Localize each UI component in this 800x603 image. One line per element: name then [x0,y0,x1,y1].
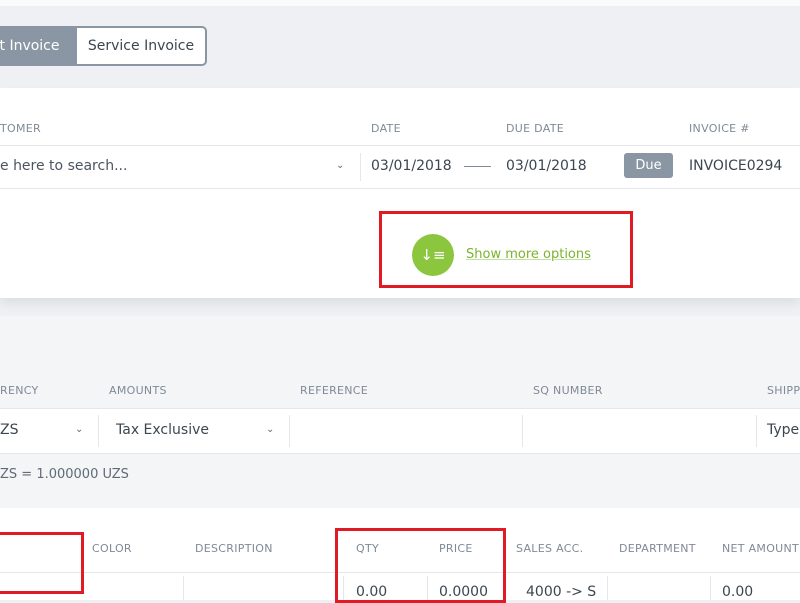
net-amount-cell[interactable]: 0.00 [722,584,753,600]
column-header: DESCRIPTION [195,542,273,555]
product-invoice-tab[interactable]: t Invoice [0,28,77,64]
column-header: DEPARTMENT [619,542,696,555]
customer-label: TOMER [0,122,41,135]
customer-search-select[interactable]: e here to search... ⌄ [0,146,358,188]
date-field[interactable]: 03/01/2018 [371,158,452,174]
top-strip [0,0,800,6]
due-date-field[interactable]: 03/01/2018 [506,158,587,174]
due-badge: Due [624,153,673,178]
divider [756,415,757,447]
due-date-label: DUE DATE [506,122,564,135]
currency-select[interactable]: ZS ⌄ [0,409,97,453]
description-cell[interactable] [184,573,343,600]
currency-value: ZS [0,422,19,438]
shipping-type-select[interactable]: Type [767,422,799,438]
reference-label: REFERENCE [300,384,369,397]
divider [710,576,711,600]
sales-account-cell[interactable]: 4000 -> S [526,584,596,600]
chevron-down-icon[interactable]: ⌄ [75,424,83,435]
invoice-type-toggle: t Invoice Service Invoice [0,26,207,66]
options-input-row: ZS ⌄ Tax Exclusive ⌄ Type [0,408,800,454]
date-label: DATE [371,122,401,135]
exchange-rate-text: ZS = 1.000000 UZS [0,467,129,482]
chevron-down-icon[interactable]: ⌄ [336,160,344,171]
invoice-number-field[interactable]: INVOICE0294 [689,158,782,174]
sq-number-input[interactable] [523,409,755,453]
highlight-box [0,532,84,594]
invoice-number-label: INVOICE # [689,122,750,135]
service-invoice-tab[interactable]: Service Invoice [77,28,205,64]
column-header: SALES ACC. [516,542,584,555]
customer-search-input[interactable]: e here to search... [0,158,127,174]
chevron-down-icon[interactable]: ⌄ [266,424,274,435]
divider [0,188,800,189]
department-cell[interactable] [608,573,710,600]
currency-label: RENCY [0,384,39,397]
amounts-label: AMOUNTS [109,384,167,397]
amounts-value: Tax Exclusive [116,422,209,438]
amounts-select[interactable]: Tax Exclusive ⌄ [99,409,289,453]
date-range-dash [464,166,491,167]
column-header: NET AMOUNT [722,542,800,555]
column-header: COLOR [92,542,132,555]
highlight-box [379,211,633,288]
reference-input[interactable] [290,409,522,453]
shipping-label: SHIPP [767,384,800,397]
sq-number-label: SQ NUMBER [533,384,603,397]
highlight-box [335,528,506,603]
divider [360,153,361,181]
